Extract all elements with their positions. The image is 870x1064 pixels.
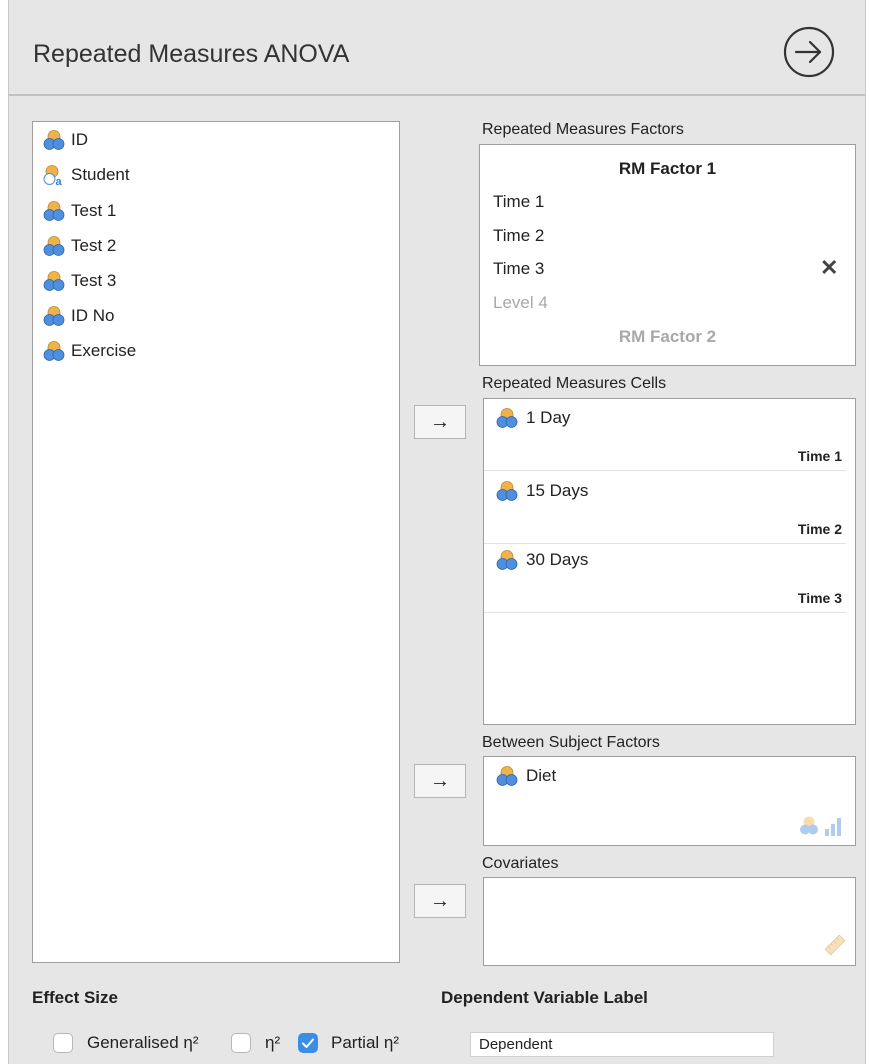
list-item[interactable]: Exercise [43, 338, 136, 364]
variable-name: Test 1 [71, 201, 117, 220]
nominal-icon [43, 341, 65, 361]
covariates-box[interactable] [483, 877, 856, 966]
generalised-eta-label: Generalised η² [87, 1033, 199, 1052]
rm-cells-label: Repeated Measures Cells [482, 375, 667, 392]
nominal-icon [43, 271, 65, 291]
covariates-label: Covariates [482, 855, 559, 872]
table-row[interactable]: 30 Days Time 3 [484, 541, 846, 613]
effect-size-heading: Effect Size [32, 988, 118, 1007]
list-item[interactable]: Diet [496, 765, 556, 787]
generalised-eta-checkbox[interactable] [53, 1033, 73, 1053]
list-item[interactable]: Test 1 [43, 198, 116, 224]
variable-list[interactable]: ID a Student Test 1 Test 2 Test 3 ID No … [32, 121, 400, 963]
nominal-icon [43, 306, 65, 326]
nominal-ordinal-hint-icon [800, 816, 841, 836]
variable-name: Test 3 [71, 271, 117, 290]
list-item[interactable]: Test 2 [43, 233, 116, 259]
checkmark-icon [302, 1038, 314, 1048]
move-to-cells-button[interactable]: → [414, 405, 466, 439]
panel-header: Repeated Measures ANOVA [9, 0, 865, 96]
cell-level-label: Time 3 [797, 590, 842, 606]
variable-name: ID [71, 130, 88, 149]
list-item[interactable]: a Student [43, 162, 130, 188]
nominal-icon [496, 766, 518, 786]
continuous-ruler-icon [824, 934, 846, 956]
go-arrow-icon[interactable] [781, 24, 837, 80]
partial-eta-label: Partial η² [331, 1033, 400, 1052]
list-item[interactable]: ID [43, 127, 88, 153]
move-to-between-button[interactable]: → [414, 764, 466, 798]
partial-eta-checkbox[interactable] [298, 1033, 318, 1053]
dependent-label-input[interactable] [470, 1032, 774, 1057]
new-level-placeholder[interactable]: Level 4 [493, 293, 548, 313]
analysis-panel: Repeated Measures ANOVA ID a Student Tes… [8, 0, 866, 1064]
nominal-icon [43, 130, 65, 150]
rm-level-2[interactable]: Time 2 [493, 226, 544, 246]
nominal-icon [496, 481, 518, 501]
cell-variable-name: 1 Day [526, 408, 571, 427]
rm-factor-1-name[interactable]: RM Factor 1 [480, 159, 855, 179]
variable-name: Exercise [71, 341, 137, 360]
variable-name: Test 2 [71, 236, 117, 255]
nominal-icon [43, 201, 65, 221]
cell-variable-name: 15 Days [526, 481, 589, 500]
variable-name: ID No [71, 306, 115, 325]
svg-text:a: a [56, 176, 63, 186]
cell-level-label: Time 2 [797, 521, 842, 537]
cell-variable-name: 30 Days [526, 550, 589, 569]
variable-name: Diet [526, 766, 557, 785]
eta-checkbox[interactable] [231, 1033, 251, 1053]
rm-cells-box[interactable]: 1 Day Time 1 15 Days Time 2 30 Days Time… [483, 398, 856, 725]
between-factors-label: Between Subject Factors [482, 734, 660, 751]
rm-level-1[interactable]: Time 1 [493, 192, 544, 212]
nominal-text-icon: a [43, 165, 63, 186]
move-to-covariates-button[interactable]: → [414, 884, 466, 918]
nominal-icon [496, 550, 518, 570]
cell-level-label: Time 1 [797, 448, 842, 464]
rm-level-3[interactable]: Time 3 [493, 259, 544, 279]
variable-name: Student [71, 165, 130, 184]
remove-level-icon[interactable]: ✕ [820, 255, 838, 281]
dependent-label-heading: Dependent Variable Label [441, 988, 648, 1007]
rm-factors-label: Repeated Measures Factors [482, 121, 684, 138]
between-factors-box[interactable]: Diet [483, 756, 856, 846]
table-row[interactable]: 1 Day Time 1 [484, 399, 846, 471]
cell-variable: 30 Days [496, 549, 588, 571]
nominal-icon [496, 408, 518, 428]
list-item[interactable]: Test 3 [43, 268, 116, 294]
cell-variable: 1 Day [496, 407, 570, 429]
nominal-icon [43, 236, 65, 256]
table-row[interactable]: 15 Days Time 2 [484, 472, 846, 544]
cell-variable: 15 Days [496, 480, 588, 502]
rm-factors-box: RM Factor 1 Time 1 Time 2 Time 3 ✕ Level… [479, 144, 856, 366]
page-title: Repeated Measures ANOVA [33, 40, 350, 68]
list-item[interactable]: ID No [43, 303, 114, 329]
eta-label: η² [265, 1033, 281, 1052]
new-factor-placeholder[interactable]: RM Factor 2 [480, 327, 855, 347]
